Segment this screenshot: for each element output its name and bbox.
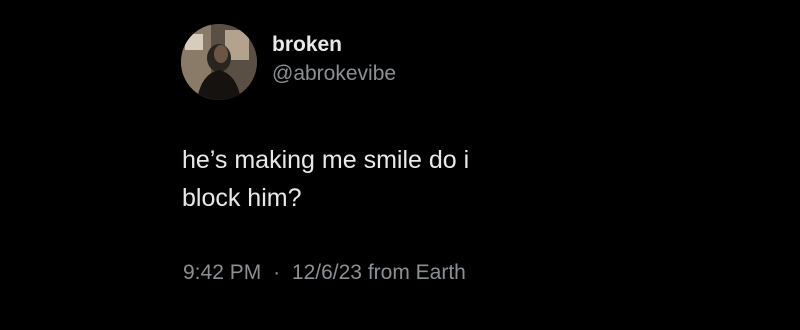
tweet-date[interactable]: 12/6/23 (292, 261, 362, 284)
author-info: broken @abrokevibe (272, 33, 396, 87)
tweet-card: broken @abrokevibe he’s making me smile … (0, 0, 800, 330)
user-handle[interactable]: @abrokevibe (272, 61, 396, 87)
tweet-text: he’s making me smile do i block him? (182, 146, 470, 212)
avatar[interactable] (181, 24, 257, 100)
display-name[interactable]: broken (272, 33, 396, 57)
tweet-metadata: 9:42 PM · 12/6/23 from Earth (183, 259, 466, 287)
profile-photo-icon (181, 24, 257, 100)
tweet-time[interactable]: 9:42 PM (183, 261, 261, 284)
meta-separator: · (273, 261, 281, 284)
tweet-source: from Earth (367, 261, 466, 284)
